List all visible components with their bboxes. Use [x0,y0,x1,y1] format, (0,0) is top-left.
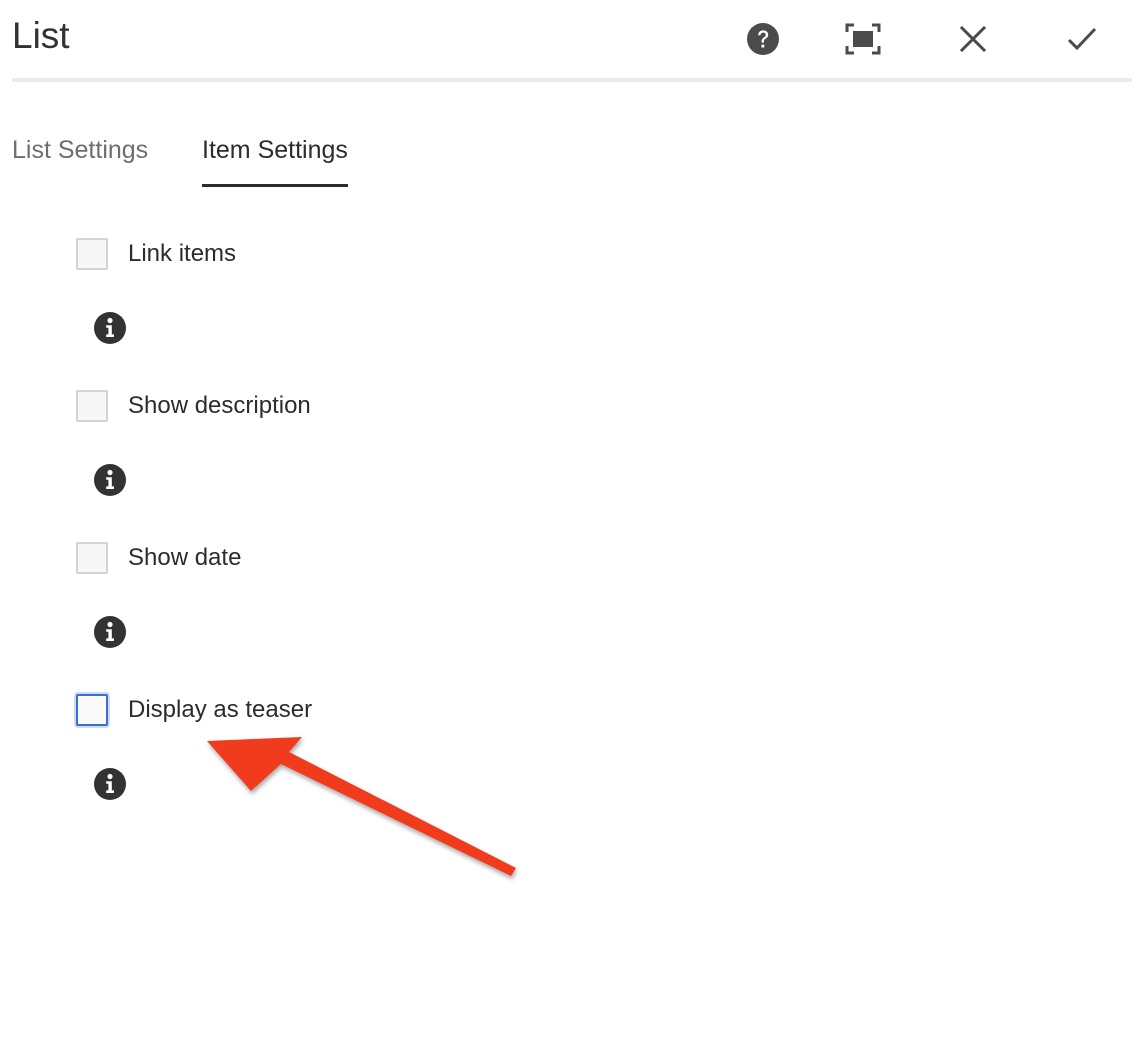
info-icon[interactable] [93,767,127,801]
link-items-field: Link items [76,236,236,272]
help-icon [747,23,779,55]
done-button[interactable] [1060,17,1104,61]
tab-list-settings[interactable]: List Settings [12,126,148,184]
dialog-title: List [12,15,70,56]
show-description-checkbox[interactable] [76,390,108,422]
show-description-field: Show description [76,388,311,424]
fullscreen-icon [845,23,881,55]
tab-list: List Settings Item Settings [12,126,612,187]
show-date-field: Show date [76,540,241,576]
display-as-teaser-field: Display as teaser [76,692,312,728]
display-as-teaser-label: Display as teaser [128,696,313,723]
info-icon[interactable] [93,463,127,497]
dialog-header: List [12,0,1132,82]
fullscreen-button[interactable] [841,17,885,61]
link-items-label: Link items [128,240,237,267]
show-date-checkbox[interactable] [76,542,108,574]
link-items-checkbox[interactable] [76,238,108,270]
show-description-label: Show description [128,392,311,419]
cancel-button[interactable] [951,17,995,61]
info-icon[interactable] [93,311,127,345]
info-icon[interactable] [93,615,127,649]
dialog: List List Settings Item Settings Link it… [0,0,1138,1058]
close-icon [959,25,987,53]
show-date-label: Show date [128,544,242,571]
checkmark-icon [1067,27,1097,51]
help-button[interactable] [741,17,785,61]
tab-item-settings[interactable]: Item Settings [202,126,348,187]
display-as-teaser-checkbox[interactable] [76,694,108,726]
